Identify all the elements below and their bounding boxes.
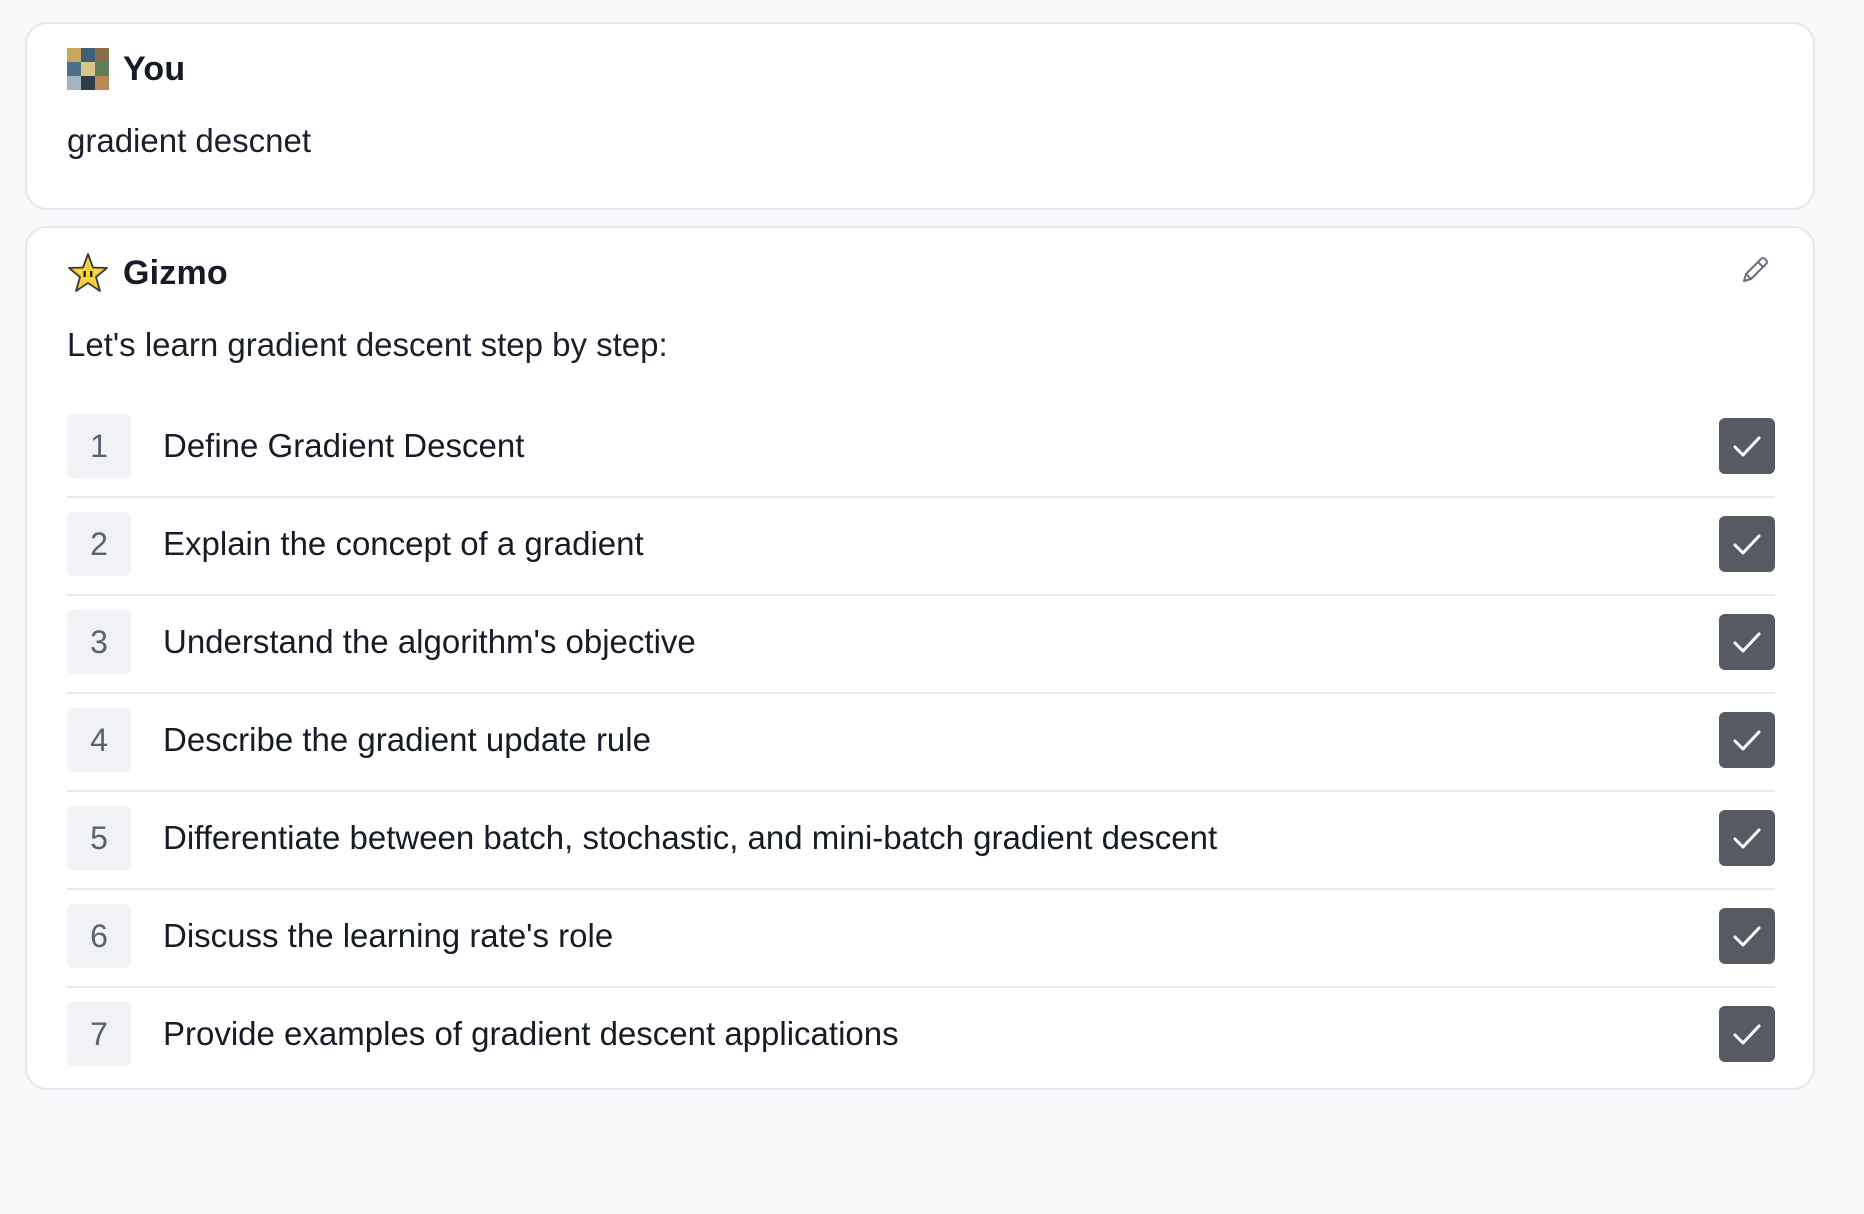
step-checkbox[interactable] [1719,1006,1775,1062]
star-face-icon [67,252,109,294]
step-item: 4 Describe the gradient update rule [67,694,1775,792]
step-checkbox[interactable] [1719,908,1775,964]
checkmark-icon [1733,1024,1761,1045]
pencil-icon [1743,257,1768,282]
user-message-text: gradient descnet [67,122,312,159]
steps-list: 1 Define Gradient Descent 2 Explain the … [67,400,1775,1086]
step-number: 3 [67,610,131,674]
step-label: Differentiate between batch, stochastic,… [163,819,1218,856]
checkmark-icon [1733,632,1761,653]
step-item: 2 Explain the concept of a gradient [67,498,1775,596]
checkmark-icon [1733,926,1761,947]
assistant-intro-text: Let's learn gradient descent step by ste… [67,326,668,363]
user-sender-name: You [123,49,186,88]
step-label: Define Gradient Descent [163,427,525,464]
step-item: 3 Understand the algorithm's objective [67,596,1775,694]
step-number: 5 [67,806,131,870]
step-checkbox[interactable] [1719,516,1775,572]
step-number: 4 [67,708,131,772]
checkmark-icon [1733,436,1761,457]
assistant-sender-name: Gizmo [123,253,228,292]
checkmark-icon [1733,534,1761,555]
step-item: 1 Define Gradient Descent [67,400,1775,498]
step-number: 7 [67,1002,131,1066]
step-item: 5 Differentiate between batch, stochasti… [67,792,1775,890]
checkmark-icon [1733,730,1761,751]
user-message-header: You [67,48,185,90]
step-number: 6 [67,904,131,968]
user-avatar [67,48,109,90]
step-item: 7 Provide examples of gradient descent a… [67,988,1775,1086]
step-label: Describe the gradient update rule [163,721,651,758]
step-label: Discuss the learning rate's role [163,917,614,954]
step-number: 2 [67,512,131,576]
step-checkbox[interactable] [1719,418,1775,474]
step-checkbox[interactable] [1719,712,1775,768]
assistant-message-header: Gizmo [67,252,228,294]
checkmark-icon [1733,828,1761,849]
step-label: Provide examples of gradient descent app… [163,1015,899,1052]
step-number: 1 [67,414,131,478]
user-message-card: You gradient descnet [25,22,1815,210]
step-checkbox[interactable] [1719,614,1775,670]
assistant-message-card: Gizmo Let's learn gradient descent step … [25,226,1815,1090]
step-checkbox[interactable] [1719,810,1775,866]
step-item: 6 Discuss the learning rate's role [67,890,1775,988]
step-label: Understand the algorithm's objective [163,623,696,660]
edit-button[interactable] [1735,250,1775,290]
step-label: Explain the concept of a gradient [163,525,644,562]
